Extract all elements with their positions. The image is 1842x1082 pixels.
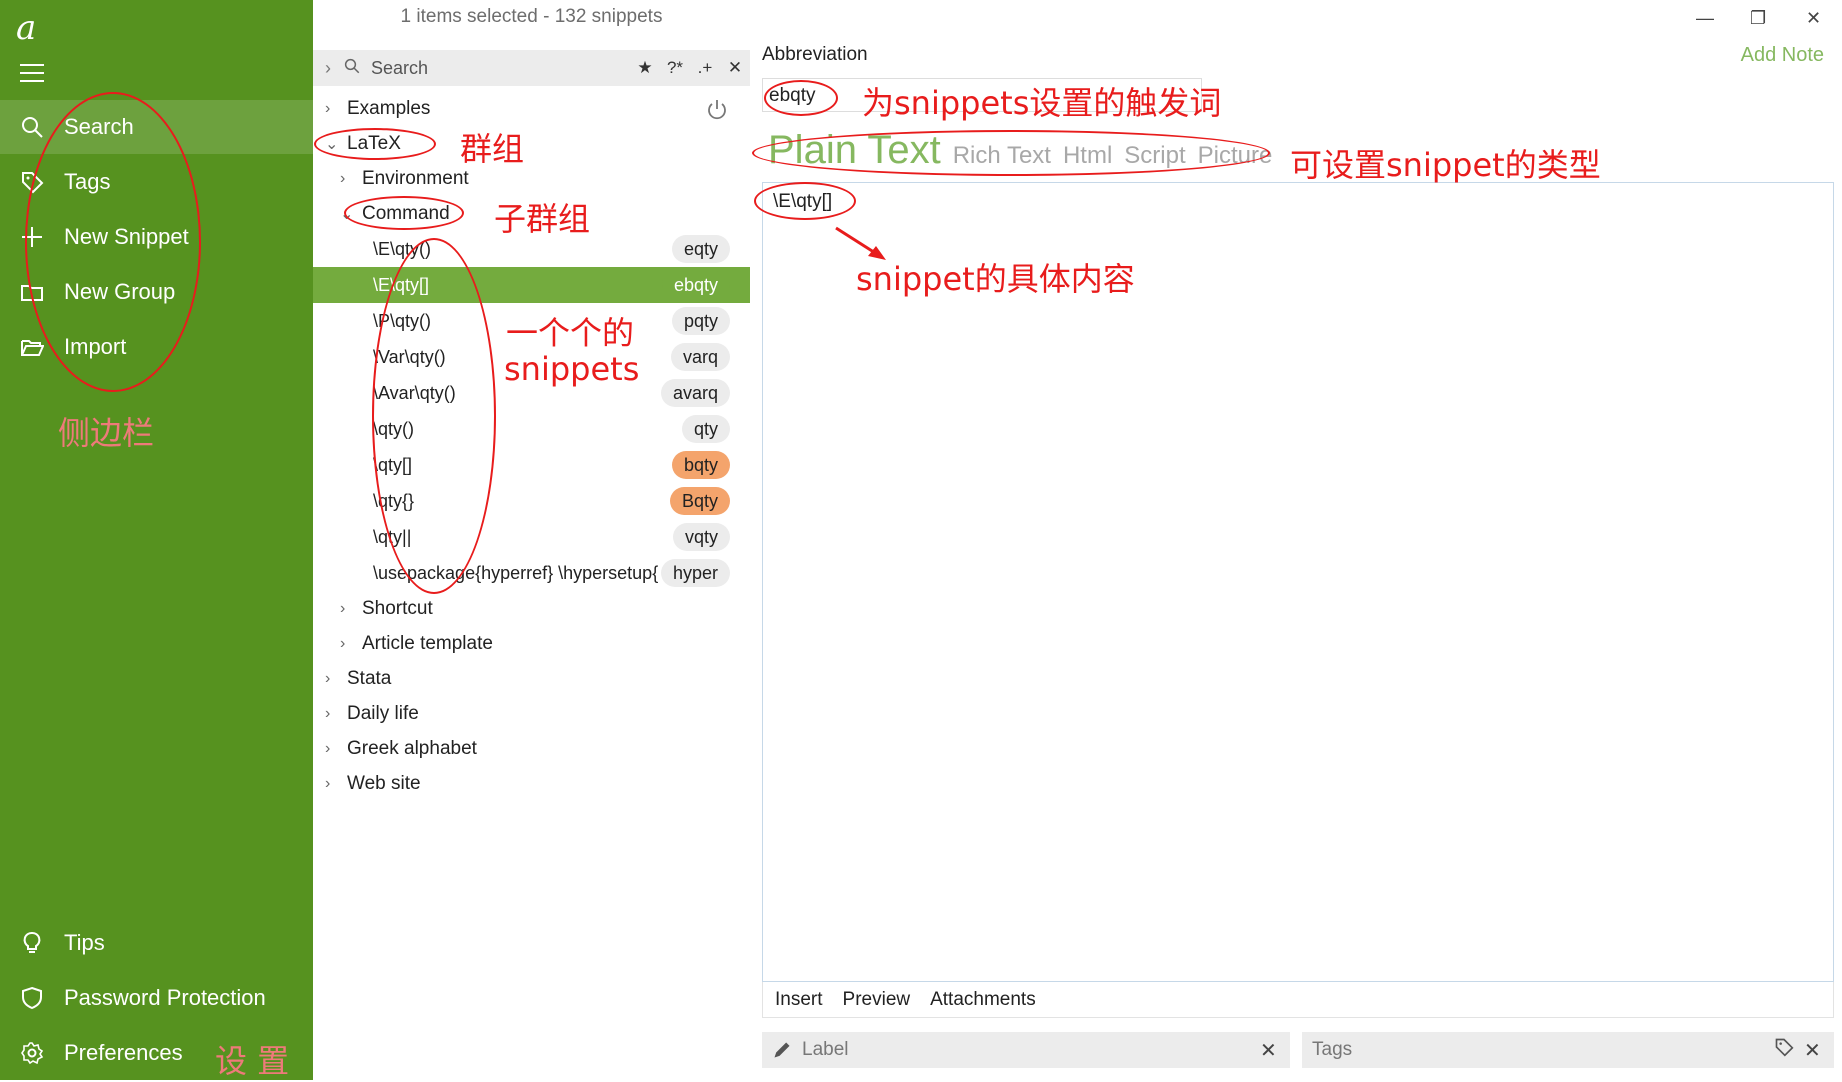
lightbulb-icon bbox=[0, 931, 64, 955]
clear-tags-icon[interactable]: ✕ bbox=[1804, 1038, 1834, 1063]
regex-button[interactable]: .+ bbox=[690, 58, 720, 78]
sidebar-item-label: Preferences bbox=[64, 1040, 183, 1065]
chevron-right-icon: › bbox=[325, 740, 331, 757]
abbreviation-badge: hyper bbox=[660, 559, 730, 587]
add-note-button[interactable]: Add Note bbox=[1741, 44, 1824, 67]
hamburger-menu-icon[interactable] bbox=[20, 64, 44, 88]
annotation-group-label: 群组 bbox=[460, 130, 525, 168]
annotation-sidebar-ellipse bbox=[25, 92, 201, 392]
annotation-snippets-label-2: snippets bbox=[504, 350, 640, 388]
gear-icon bbox=[0, 1041, 64, 1065]
abbreviation-badge: vqty bbox=[672, 523, 730, 551]
chevron-right-icon: › bbox=[340, 635, 346, 652]
editor-tabs: Insert Preview Attachments bbox=[762, 982, 1834, 1018]
minimize-button[interactable]: — bbox=[1696, 8, 1714, 29]
group-label: Web site bbox=[347, 773, 421, 794]
sidebar-item-password-protection[interactable]: Password Protection bbox=[0, 971, 313, 1025]
clear-label-icon[interactable]: ✕ bbox=[1260, 1038, 1290, 1063]
app-logo: a bbox=[16, 8, 37, 48]
annotation-type-ellipse bbox=[752, 130, 1270, 176]
group-daily-life[interactable]: › Daily life bbox=[313, 697, 762, 731]
abbreviation-badge: avarq bbox=[660, 379, 730, 407]
restore-button[interactable]: ❐ bbox=[1750, 8, 1766, 29]
subgroup-label: Article template bbox=[362, 633, 493, 654]
tags-input[interactable]: Tags bbox=[1302, 1039, 1774, 1061]
favorite-filter-button[interactable]: ★ bbox=[630, 58, 660, 78]
label-input[interactable]: Label bbox=[802, 1039, 1260, 1061]
group-examples[interactable]: › Examples bbox=[313, 92, 762, 126]
clear-search-button[interactable]: ✕ bbox=[720, 58, 750, 78]
tab-preview[interactable]: Preview bbox=[843, 989, 911, 1011]
chevron-right-icon: › bbox=[325, 670, 331, 687]
search-input[interactable]: Search bbox=[367, 58, 630, 79]
subgroup-label: Environment bbox=[362, 168, 469, 189]
chevron-right-icon: › bbox=[325, 775, 331, 792]
abbreviation-badge: Bqty bbox=[669, 487, 730, 515]
subgroup-label: Shortcut bbox=[362, 598, 433, 619]
abbreviation-label: Abbreviation bbox=[762, 44, 868, 65]
annotation-trigger-ellipse bbox=[764, 80, 838, 116]
shield-icon bbox=[0, 986, 64, 1010]
group-web-site[interactable]: › Web site bbox=[313, 767, 762, 801]
annotation-settings-label: 设 置 bbox=[215, 1042, 290, 1080]
group-label: Daily life bbox=[347, 703, 419, 724]
close-window-button[interactable]: ✕ bbox=[1806, 8, 1821, 29]
chevron-right-icon: › bbox=[340, 170, 346, 187]
group-greek-alphabet[interactable]: › Greek alphabet bbox=[313, 732, 762, 766]
abbreviation-badge: qty bbox=[681, 415, 730, 443]
selection-info: 1 items selected - 132 snippets bbox=[400, 6, 663, 27]
subgroup-shortcut[interactable]: › Shortcut bbox=[313, 592, 777, 626]
group-label: Examples bbox=[347, 98, 431, 119]
sidebar-item-tips[interactable]: Tips bbox=[0, 916, 313, 970]
annotation-group-ellipse bbox=[314, 128, 436, 160]
search-bar: › Search ★ ?* .+ ✕ bbox=[313, 50, 750, 86]
sidebar-item-label: Password Protection bbox=[64, 985, 266, 1010]
abbreviation-badge: eqty bbox=[671, 235, 730, 263]
annotation-type-label: 可设置snippet的类型 bbox=[1290, 146, 1601, 184]
chevron-right-icon: › bbox=[325, 705, 331, 722]
annotation-snippets-ellipse bbox=[372, 238, 496, 594]
wildcard-button[interactable]: ?* bbox=[660, 58, 690, 78]
tab-attachments[interactable]: Attachments bbox=[930, 989, 1036, 1011]
annotation-content-ellipse bbox=[754, 182, 856, 220]
search-icon bbox=[343, 57, 367, 80]
tags-field[interactable]: Tags ✕ bbox=[1302, 1032, 1834, 1068]
tag-icon[interactable] bbox=[1774, 1037, 1804, 1063]
snippet-row[interactable]: \usepackage{hyperref} \hypersetup{ hyper bbox=[313, 555, 750, 591]
group-label: Greek alphabet bbox=[347, 738, 477, 759]
annotation-snippets-label-1: 一个个的 bbox=[506, 314, 635, 352]
label-field[interactable]: Label ✕ bbox=[762, 1032, 1290, 1068]
annotation-subgroup-label: 子群组 bbox=[494, 200, 591, 238]
chevron-right-icon[interactable]: › bbox=[313, 58, 343, 79]
annotation-trigger-label: 为snippets设置的触发词 bbox=[862, 84, 1222, 122]
group-label: Stata bbox=[347, 668, 392, 689]
abbreviation-badge: pqty bbox=[671, 307, 730, 335]
subgroup-environment[interactable]: › Environment bbox=[313, 162, 777, 196]
abbreviation-badge: ebqty bbox=[661, 271, 730, 299]
group-stata[interactable]: › Stata bbox=[313, 662, 762, 696]
annotation-sidebar-label: 侧边栏 bbox=[58, 414, 155, 452]
snippet-row[interactable]: \qty|| vqty bbox=[313, 519, 750, 555]
abbreviation-badge: bqty bbox=[671, 451, 730, 479]
annotation-subgroup-ellipse bbox=[344, 196, 464, 230]
chevron-right-icon: › bbox=[340, 600, 346, 617]
pencil-icon bbox=[762, 1040, 802, 1060]
annotation-content-label: snippet的具体内容 bbox=[856, 260, 1135, 298]
tab-insert[interactable]: Insert bbox=[775, 989, 823, 1011]
snippet-content-editor[interactable]: \E\qty[] bbox=[762, 182, 1834, 982]
snippet-row-selected[interactable]: \E\qty[] ebqty bbox=[313, 267, 750, 303]
abbreviation-badge: varq bbox=[670, 343, 730, 371]
chevron-right-icon: › bbox=[325, 100, 331, 117]
subgroup-article-template[interactable]: › Article template bbox=[313, 627, 777, 661]
snippet-list-pane: 1 items selected - 132 snippets › Search… bbox=[313, 0, 750, 1080]
sidebar-item-label: Tips bbox=[64, 930, 105, 955]
